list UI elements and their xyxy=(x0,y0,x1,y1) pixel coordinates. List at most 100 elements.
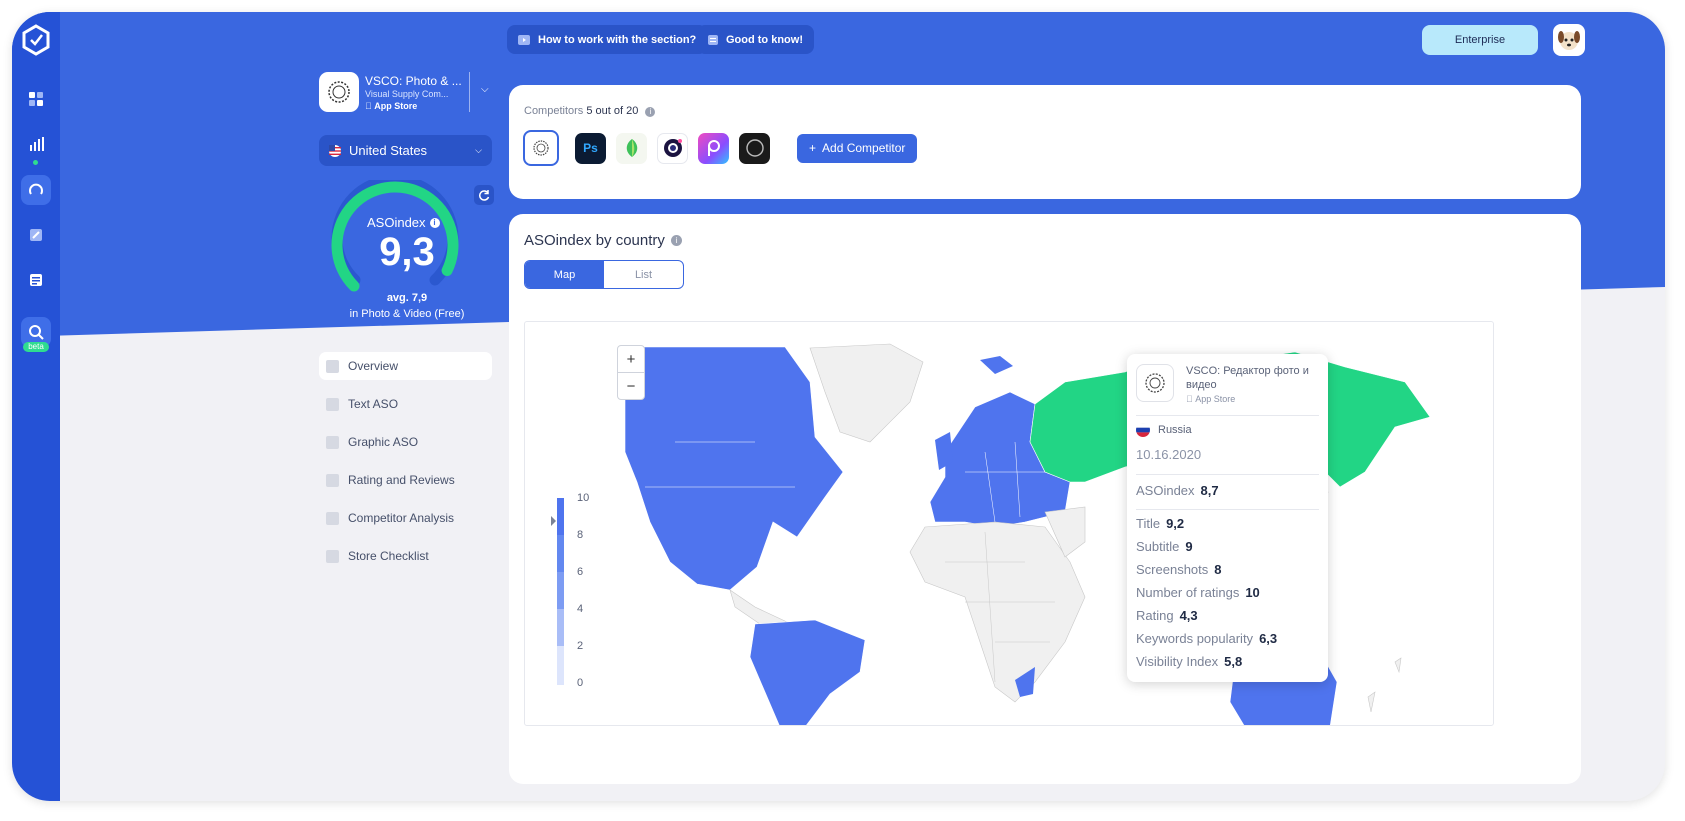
asoindex-value: 9,3 xyxy=(379,230,435,274)
world-map-svg xyxy=(624,343,1431,725)
beta-badge: beta xyxy=(23,342,49,352)
how-to-label: How to work with the section? xyxy=(538,33,697,46)
add-competitor-button[interactable]: + Add Competitor xyxy=(797,133,918,163)
analytics-status-dot xyxy=(33,160,38,165)
refresh-button[interactable] xyxy=(474,185,494,205)
tooltip-app-name: VSCO: Редактор фото и видео xyxy=(1186,365,1309,391)
app-divider xyxy=(469,72,470,112)
metric-visibility-index: Visibility Index 5,8 xyxy=(1136,654,1243,669)
chevron-down-icon[interactable]: ⌵ xyxy=(481,84,489,95)
world-map[interactable]: + − 10 8 6 4 2 0 xyxy=(524,321,1494,726)
legend-scale xyxy=(557,498,564,685)
tooltip-country: Russia xyxy=(1136,423,1192,437)
competitors-card: Competitors 5 out of 20 i Ps + Add Compe xyxy=(509,85,1581,199)
good-to-know-button[interactable]: Good to know! xyxy=(697,25,814,54)
country-label: United States xyxy=(349,143,428,158)
info-icon[interactable]: i xyxy=(670,235,682,246)
map-card: ASOindex by country i Map List + − 10 8 … xyxy=(509,214,1581,784)
left-rail: beta xyxy=(12,12,60,801)
vsco-app-icon xyxy=(319,72,359,112)
zoom-in-button[interactable]: + xyxy=(618,346,644,373)
menu-item-competitor-analysis[interactable]: Competitor Analysis xyxy=(319,504,492,532)
analytics-icon[interactable] xyxy=(21,129,51,159)
grid-icon xyxy=(326,511,339,525)
plan-button[interactable]: Enterprise xyxy=(1422,25,1538,55)
metric-keywords-popularity: Keywords popularity 6,3 xyxy=(1136,631,1278,646)
menu-item-store-checklist[interactable]: Store Checklist xyxy=(319,542,492,570)
country-tooltip: VSCO: Редактор фото и видео  App Store … xyxy=(1127,354,1328,682)
app-frame: beta How to work with the section? Good … xyxy=(12,12,1665,801)
text-icon xyxy=(326,397,339,411)
user-avatar[interactable] xyxy=(1553,24,1585,56)
app-store-label:  App Store xyxy=(365,101,417,111)
tooltip-store:  App Store xyxy=(1186,394,1235,404)
divider xyxy=(1136,509,1319,510)
good-to-know-label: Good to know! xyxy=(726,33,803,46)
menu-item-text-aso[interactable]: Text ASO xyxy=(319,390,492,418)
circle-app-icon[interactable] xyxy=(739,132,770,164)
logo-icon[interactable] xyxy=(21,24,51,56)
legend-pointer xyxy=(551,516,556,526)
metric-screenshots: Screenshots 8 xyxy=(1136,562,1222,577)
aso-index-icon[interactable] xyxy=(21,175,51,205)
legend-label-10: 10 xyxy=(577,492,590,504)
video-icon xyxy=(518,34,530,45)
vsco-app-icon xyxy=(1136,364,1174,402)
plus-icon: + xyxy=(809,141,817,155)
zoom-controls: + − xyxy=(617,345,645,400)
legend-label-4: 4 xyxy=(577,603,584,615)
asoindex-category: in Photo & Video (Free) xyxy=(349,308,465,320)
snapseed-icon[interactable] xyxy=(616,132,647,164)
asoindex-average: avg. 7,9 xyxy=(386,292,428,304)
info-icon[interactable]: i xyxy=(645,107,656,117)
reports-icon[interactable] xyxy=(21,265,51,295)
app-name: VSCO: Photo & ... xyxy=(365,74,462,88)
apple-icon:  xyxy=(365,101,372,111)
how-to-button[interactable]: How to work with the section? xyxy=(507,25,708,54)
doc-icon xyxy=(708,34,718,45)
tooltip-asoindex: ASOindex 8,7 xyxy=(1136,483,1219,498)
camera-icon[interactable] xyxy=(657,132,688,164)
picsart-icon[interactable] xyxy=(698,132,729,164)
edit-icon[interactable] xyxy=(21,220,51,250)
country-selector[interactable]: United States ⌵ xyxy=(319,135,492,166)
metric-subtitle: Subtitle 9 xyxy=(1136,539,1193,554)
legend-label-0: 0 xyxy=(577,677,584,689)
image-icon xyxy=(326,435,339,449)
refresh-icon xyxy=(479,190,490,201)
section-menu: Overview Text ASO Graphic ASO Rating and… xyxy=(319,352,492,580)
russia-flag-icon xyxy=(1136,423,1150,437)
competitors-title: Competitors 5 out of 20 i xyxy=(524,105,656,117)
dog-avatar-icon xyxy=(1558,31,1580,50)
menu-item-overview[interactable]: Overview xyxy=(319,352,492,380)
info-icon[interactable]: i xyxy=(429,217,440,228)
divider xyxy=(1136,415,1319,416)
star-icon xyxy=(326,473,339,487)
dashboard-icon[interactable] xyxy=(21,84,51,114)
view-toggle: Map List xyxy=(524,260,684,289)
metric-number-of-ratings: Number of ratings 10 xyxy=(1136,585,1260,600)
us-flag-icon xyxy=(329,144,341,157)
menu-item-graphic-aso[interactable]: Graphic ASO xyxy=(319,428,492,456)
app-developer: Visual Supply Com... xyxy=(365,89,449,99)
metric-title: Title 9,2 xyxy=(1136,516,1185,531)
tooltip-date: 10.16.2020 xyxy=(1136,447,1202,462)
metric-rating: Rating 4,3 xyxy=(1136,608,1198,623)
legend-label-6: 6 xyxy=(577,566,584,578)
map-title: ASOindex by country i xyxy=(524,232,682,249)
overview-icon xyxy=(326,359,339,373)
checklist-icon xyxy=(326,549,339,563)
divider xyxy=(1136,474,1319,475)
legend-label-8: 8 xyxy=(577,529,584,541)
vsco-icon[interactable] xyxy=(523,130,559,166)
chevron-down-icon: ⌵ xyxy=(475,145,482,155)
asoindex-label: ASOindex i xyxy=(367,215,440,230)
competitor-icons: Ps + Add Competitor xyxy=(523,130,918,166)
photoshop-icon[interactable]: Ps xyxy=(575,132,606,164)
map-tab[interactable]: Map xyxy=(525,261,604,288)
list-tab[interactable]: List xyxy=(604,261,683,288)
zoom-out-button[interactable]: − xyxy=(618,373,644,400)
menu-item-rating-reviews[interactable]: Rating and Reviews xyxy=(319,466,492,494)
legend-label-2: 2 xyxy=(577,640,584,652)
apple-icon:  xyxy=(1186,394,1193,404)
